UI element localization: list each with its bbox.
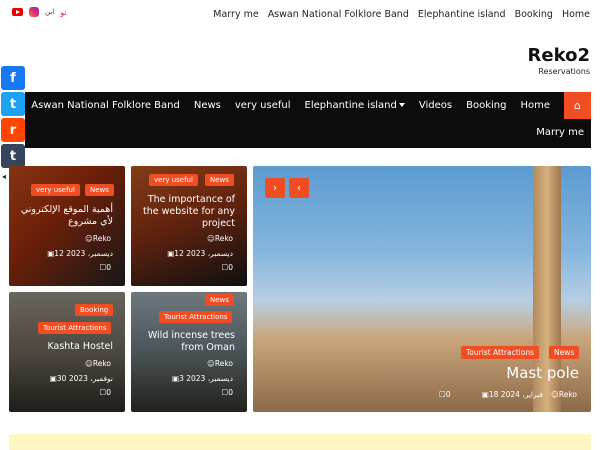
nav-item-home[interactable]: Home bbox=[520, 100, 550, 111]
hero-date: ▣18 فبراير، 2024 bbox=[481, 390, 543, 399]
card-comments: ☐0 bbox=[99, 263, 111, 272]
card-author: ☺Reko bbox=[207, 234, 233, 243]
card-date: ▣12 ديسمبر، 2023 bbox=[167, 249, 233, 258]
share-bar: f t r t bbox=[1, 66, 25, 170]
nav-item-elephantine-label: Elephantine island bbox=[304, 100, 397, 111]
site-title[interactable]: Reko2 bbox=[528, 45, 590, 66]
nav-item-very-useful[interactable]: very useful bbox=[235, 100, 291, 111]
card-date: ▣30 نوفمبر، 2023 bbox=[49, 374, 113, 383]
card-author: ☺Reko bbox=[85, 234, 111, 243]
hero-slider[interactable]: › ‹ Tourist Attractions News Mast pole ☺… bbox=[253, 166, 591, 412]
top-menu-marry-me[interactable]: Marry me bbox=[213, 9, 258, 20]
slider-next-button[interactable]: › bbox=[265, 178, 285, 198]
top-menu-home[interactable]: Home bbox=[562, 9, 590, 20]
twitter-icon[interactable]: t bbox=[1, 92, 25, 116]
post-card-1[interactable]: very useful News أهمية الموقع الإلكتروني… bbox=[9, 166, 125, 286]
card-title[interactable]: Wild incense trees from Oman bbox=[135, 330, 235, 354]
share-collapse-icon[interactable]: ◂ bbox=[2, 172, 6, 181]
card-date: ▣3 ديسمبر، 2023 bbox=[171, 374, 233, 383]
footer-banner-strip bbox=[9, 434, 591, 450]
post-card-2[interactable]: very useful News The importance of the w… bbox=[131, 166, 247, 286]
top-bar: ابن نو Marry me Aswan National Folklore … bbox=[0, 0, 600, 32]
top-social-label-1[interactable]: ابن bbox=[45, 8, 54, 16]
card-author: ☺Reko bbox=[207, 359, 233, 368]
instagram-icon[interactable] bbox=[29, 7, 39, 17]
main-nav-row: Aswan National Folklore Band News very u… bbox=[31, 92, 591, 119]
card-comments: ☐0 bbox=[221, 263, 233, 272]
hero-title[interactable]: Mast pole bbox=[506, 364, 579, 382]
badge-news[interactable]: News bbox=[205, 174, 234, 186]
card-comments: ☐0 bbox=[221, 388, 233, 397]
badge-very-useful[interactable]: very useful bbox=[149, 174, 198, 186]
nav-item-marry-me[interactable]: Marry me bbox=[536, 127, 584, 138]
top-menu-folklore-band[interactable]: Aswan National Folklore Band bbox=[268, 9, 409, 20]
badge-tourist-attractions[interactable]: Tourist Attractions bbox=[461, 346, 540, 359]
top-social-links: ابن نو bbox=[12, 7, 67, 17]
nav-item-news[interactable]: News bbox=[194, 100, 221, 111]
badge-tourist-attractions[interactable]: Tourist Attractions bbox=[159, 311, 233, 323]
card-title[interactable]: أهمية الموقع الإلكتروني لأي مشروع bbox=[13, 204, 113, 228]
badge-tourist-attractions[interactable]: Tourist Attractions bbox=[38, 322, 112, 334]
slider-prev-button[interactable]: ‹ bbox=[289, 178, 309, 198]
reddit-icon[interactable]: r bbox=[1, 118, 25, 142]
nav-item-booking[interactable]: Booking bbox=[466, 100, 506, 111]
home-icon[interactable]: ⌂ bbox=[564, 92, 591, 119]
card-author: ☺Reko bbox=[85, 359, 111, 368]
badge-news[interactable]: News bbox=[85, 184, 114, 196]
chevron-down-icon bbox=[398, 103, 405, 107]
nav-item-folklore-band[interactable]: Aswan National Folklore Band bbox=[31, 100, 180, 111]
facebook-icon[interactable]: f bbox=[1, 66, 25, 90]
card-comments: ☐0 bbox=[99, 388, 111, 397]
card-title[interactable]: The importance of the website for any pr… bbox=[133, 194, 235, 230]
hero-author: ☺Reko bbox=[551, 390, 577, 399]
site-tagline: Reservations bbox=[538, 67, 590, 76]
youtube-icon[interactable] bbox=[12, 8, 23, 16]
nav-item-elephantine[interactable]: Elephantine island bbox=[305, 100, 405, 111]
badge-news[interactable]: News bbox=[205, 294, 234, 306]
badge-very-useful[interactable]: very useful bbox=[31, 184, 80, 196]
top-menu-booking[interactable]: Booking bbox=[515, 9, 553, 20]
badge-booking[interactable]: Booking bbox=[75, 304, 114, 316]
top-social-label-2[interactable]: نو bbox=[60, 8, 66, 17]
nav-item-videos[interactable]: Videos bbox=[419, 100, 452, 111]
main-nav: Aswan National Folklore Band News very u… bbox=[25, 92, 591, 148]
top-menu: Marry me Aswan National Folklore Band El… bbox=[213, 9, 590, 20]
card-date: ▣12 ديسمبر، 2023 bbox=[47, 249, 113, 258]
post-card-4[interactable]: News Tourist Attractions Wild incense tr… bbox=[131, 292, 247, 412]
top-menu-elephantine[interactable]: Elephantine island bbox=[418, 9, 506, 20]
card-title[interactable]: Kashta Hostel bbox=[13, 341, 113, 353]
badge-news[interactable]: News bbox=[549, 346, 580, 359]
post-card-3[interactable]: Booking Tourist Attractions Kashta Hoste… bbox=[9, 292, 125, 412]
hero-comments: ☐0 bbox=[439, 390, 451, 399]
tumblr-icon[interactable]: t bbox=[1, 144, 25, 168]
